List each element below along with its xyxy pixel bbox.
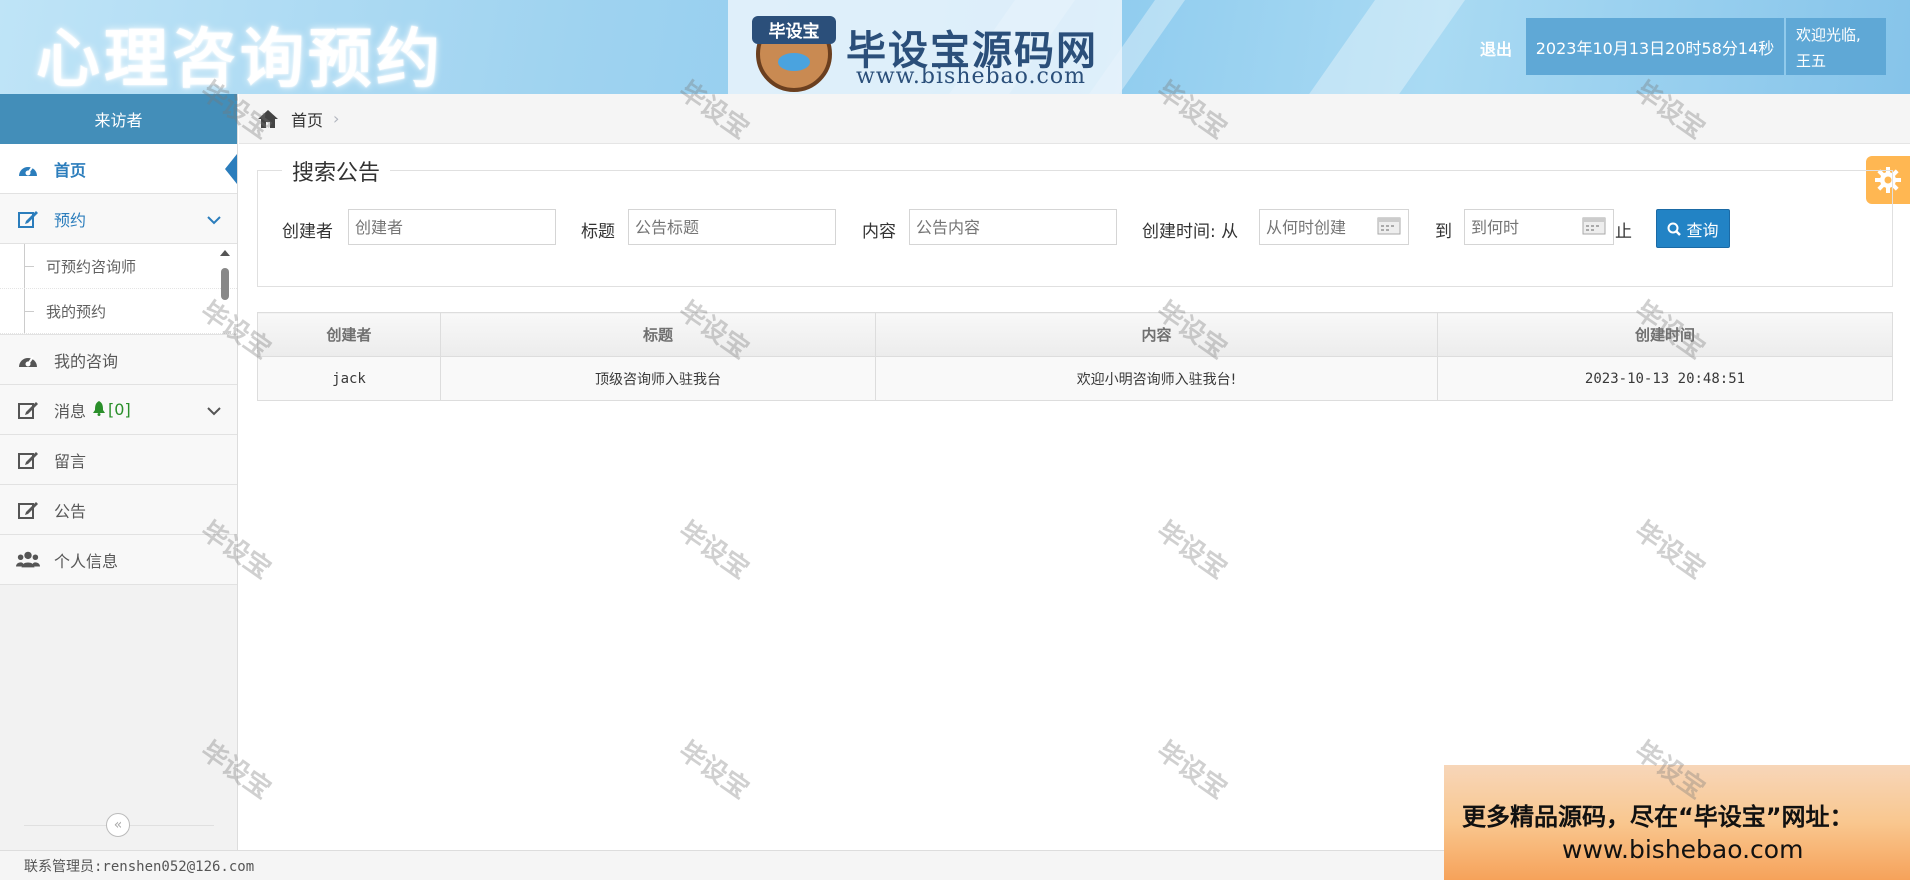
sidebar-role: 来访者 [0,94,237,144]
app-title: 心理咨询预约 [36,23,444,94]
title-label: 标题 [581,222,615,242]
column-header-title[interactable]: 标题 [440,312,876,357]
sidebar-item-label: 公告 [54,501,87,521]
sidebar-item-home[interactable]: 首页 [0,144,237,194]
announcement-table: 创建者 标题 内容 创建时间 jack 顶级咨询师入驻我台 欢迎小明咨询师入驻我… [257,312,1893,401]
logout-link[interactable]: 退出 [1480,36,1512,60]
sidebar: 来访者 首页 预约 可预约咨询师 我的预约 我的咨询 消息 [0] 留言 公告 … [0,94,238,850]
submenu-appointment: 可预约咨询师 我的预约 [0,244,237,335]
sidebar-item-my-consultations[interactable]: 我的咨询 [0,335,237,385]
sidebar-item-appointment[interactable]: 预约 [0,194,237,244]
watermark: 毕设宝 [673,735,755,806]
sidebar-subitem-available-counselors[interactable]: 可预约咨询师 [0,244,237,289]
sidebar-subitem-my-appointments[interactable]: 我的预约 [0,289,237,334]
sidebar-subitem-label: 可预约咨询师 [46,257,137,276]
sidebar-item-guestbook[interactable]: 留言 [0,435,237,485]
cell-created-time: 2023-10-13 20:48:51 [1437,356,1893,401]
calendar-icon[interactable] [1582,217,1606,235]
message-count-badge: [0] [108,400,131,419]
query-button-label: 查询 [1686,220,1719,240]
search-panel: 搜索公告 创建者 标题 内容 创建时间: 从 到 止 查询 [257,155,1893,287]
chevron-down-icon [207,210,221,229]
home-icon[interactable] [257,109,279,129]
user-welcome[interactable]: 欢迎光临, 王五 [1786,18,1886,75]
promo-text: 更多精品源码，尽在“毕设宝”网址： [1462,803,1854,831]
creator-label: 创建者 [282,222,333,242]
breadcrumb: 首页 › [239,94,1910,144]
sidebar-item-profile[interactable]: 个人信息 [0,535,237,585]
edit-icon [16,449,40,471]
table-row[interactable]: jack 顶级咨询师入驻我台 欢迎小明咨询师入驻我台! 2023-10-13 2… [257,356,1893,401]
cell-title: 顶级咨询师入驻我台 [440,356,876,401]
sidebar-collapse-bar: « [0,810,238,840]
admin-contact: 联系管理员:renshen052@126.com [24,858,255,875]
table-header-row: 创建者 标题 内容 创建时间 [257,312,1893,357]
breadcrumb-separator-icon: › [333,109,340,128]
search-panel-title: 搜索公告 [282,155,391,187]
content-label: 内容 [862,222,896,242]
until-label: 止 [1615,222,1632,242]
cell-content: 欢迎小明咨询师入驻我台! [875,356,1438,401]
content-input[interactable] [909,209,1117,245]
welcome-text: 欢迎光临, [1796,26,1861,44]
brand-badge-icon: 毕设宝 [752,16,836,92]
promo-banner[interactable]: 更多精品源码，尽在“毕设宝”网址： www.bishebao.com [1444,765,1910,880]
username: 王五 [1796,52,1827,70]
watermark: 毕设宝 [1151,735,1233,806]
created-time-label: 创建时间: 从 [1142,222,1239,242]
brand-badge-text: 毕设宝 [769,21,820,42]
sidebar-item-messages[interactable]: 消息 [0] [0,385,237,435]
breadcrumb-home-link[interactable]: 首页 [291,107,323,131]
query-button[interactable]: 查询 [1656,209,1730,248]
sidebar-item-label: 预约 [54,210,87,230]
to-label: 到 [1435,222,1452,242]
brand-logo: 毕设宝 毕设宝源码网 www.bishebao.com [728,0,1122,94]
sidebar-subitem-label: 我的预约 [46,302,107,321]
title-input[interactable] [628,209,836,245]
edit-icon [16,208,40,230]
current-datetime: 2023年10月13日20时58分14秒 [1526,18,1784,75]
edit-icon [16,499,40,521]
header-decoration [1290,0,1480,94]
promo-url: www.bishebao.com [1562,835,1804,864]
column-header-creator[interactable]: 创建者 [257,312,441,357]
creator-input[interactable] [348,209,556,245]
search-icon [1667,222,1682,236]
brand-url: www.bishebao.com [856,64,1086,89]
sidebar-item-announcements[interactable]: 公告 [0,485,237,535]
users-icon [16,549,40,571]
dashboard-icon [16,349,40,371]
watermark: 毕设宝 [1629,515,1711,586]
header: 心理咨询预约 毕设宝 毕设宝源码网 www.bishebao.com 退出 20… [0,0,1910,94]
bell-icon [92,400,106,420]
sidebar-item-label: 我的咨询 [54,351,119,371]
sidebar-item-label: 个人信息 [54,551,119,571]
column-header-created-time[interactable]: 创建时间 [1437,312,1893,357]
column-header-content[interactable]: 内容 [875,312,1438,357]
watermark: 毕设宝 [1151,515,1233,586]
edit-icon [16,399,40,421]
sidebar-item-label: 首页 [54,160,87,180]
cell-creator: jack [257,356,441,401]
sidebar-collapse-button[interactable]: « [106,813,130,837]
dashboard-icon [16,158,40,180]
submenu-scrollbar[interactable] [219,248,231,328]
watermark: 毕设宝 [673,515,755,586]
chevron-down-icon [207,401,221,420]
calendar-icon[interactable] [1377,217,1401,235]
sidebar-item-label: 留言 [54,451,87,471]
sidebar-item-label: 消息 [54,401,87,421]
